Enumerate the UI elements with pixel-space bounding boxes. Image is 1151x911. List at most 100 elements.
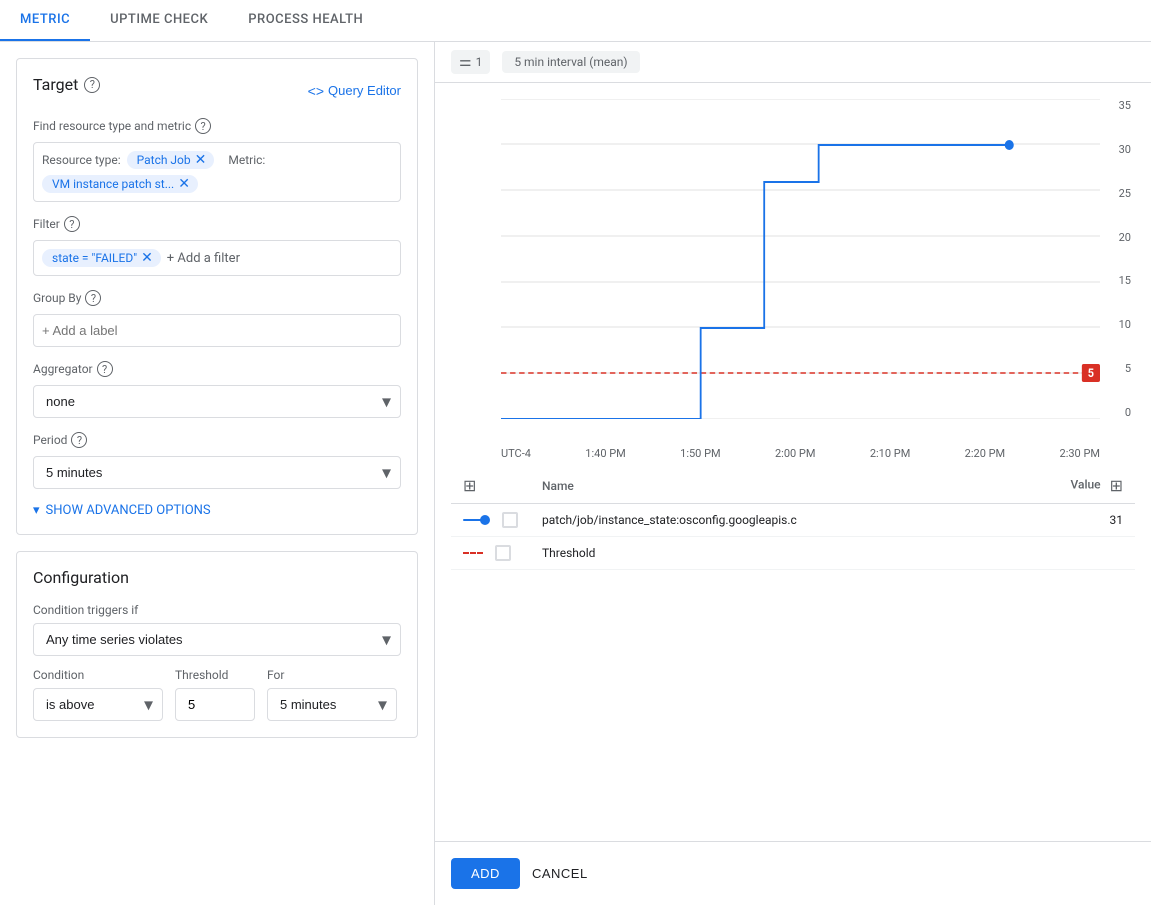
add-filter-label[interactable]: + Add a filter [167,251,240,266]
y-label-30: 30 [1119,143,1131,156]
resource-type-label: Resource type: [42,153,121,167]
aggregator-label: Aggregator [33,362,93,376]
columns-toggle-icon[interactable]: ⊞ [1110,476,1123,495]
legend-threshold-indicator [463,545,518,561]
filter-label: Filter [33,217,60,231]
interval-label: 5 min interval (mean) [514,55,627,69]
y-label-20: 20 [1119,231,1131,244]
filter-help-icon[interactable]: ? [64,216,80,232]
legend-row-metric: patch/job/instance_state:osconfig.google… [451,504,1135,537]
chart-container: 35 30 25 20 15 10 5 0 [451,99,1135,439]
legend-row-threshold: Threshold [451,537,1135,570]
interval-badge[interactable]: 5 min interval (mean) [502,51,639,73]
aggregator-dropdown-row: none ▾ [33,385,401,418]
period-select[interactable]: 5 minutes [33,456,401,489]
chevron-down-icon: ▾ [33,503,40,518]
target-help-icon[interactable]: ? [84,77,100,93]
threshold-checkbox[interactable] [495,545,511,561]
threshold-row-name: Threshold [530,537,1005,570]
x-label-140: 1:40 PM [585,447,625,460]
y-label-0: 0 [1125,406,1131,419]
aggregator-help-icon[interactable]: ? [97,361,113,377]
x-label-utc: UTC-4 [501,447,531,460]
chart-svg: 5 [501,99,1100,419]
configuration-title: Configuration [33,568,401,587]
metric-chip[interactable]: VM instance patch st... ✕ [42,175,198,193]
advanced-options-label: SHOW ADVANCED OPTIONS [46,503,211,518]
chart-toolbar: ⚌ 1 5 min interval (mean) [435,42,1151,83]
code-icon: <> [308,83,324,99]
for-label: For [267,668,397,682]
metric-row-name: patch/job/instance_state:osconfig.google… [530,504,1005,537]
footer: ADD CANCEL [435,841,1151,905]
resource-type-chip[interactable]: Patch Job ✕ [127,151,215,169]
condition-triggers-dropdown-row: Any time series violates ▾ [33,623,401,656]
condition-dropdown-row: is above ▾ [33,688,163,721]
threshold-label: Threshold [175,668,255,682]
show-advanced-options-toggle[interactable]: ▾ SHOW ADVANCED OPTIONS [33,503,401,518]
group-by-help-icon[interactable]: ? [85,290,101,306]
aggregator-select[interactable]: none [33,385,401,418]
for-column: For 5 minutes ▾ [267,668,397,721]
for-select[interactable]: 5 minutes [267,688,397,721]
condition-row: Condition is above ▾ Threshold For [33,668,401,721]
x-label-210: 2:10 PM [870,447,910,460]
query-editor-label: Query Editor [328,83,401,98]
state-filter-chip[interactable]: state = "FAILED" ✕ [42,249,161,267]
legend-name-col-header: ⊞ [451,468,530,504]
x-label-230: 2:30 PM [1060,447,1100,460]
condition-triggers-select[interactable]: Any time series violates [33,623,401,656]
metric-row-value: 31 [1005,504,1135,537]
metric-close-icon[interactable]: ✕ [178,177,190,191]
tab-uptime-check[interactable]: UPTIME CHECK [90,0,228,41]
legend-value-header: Value ⊞ [1005,468,1135,504]
y-label-5: 5 [1125,362,1131,375]
period-label: Period [33,433,67,447]
period-help-icon[interactable]: ? [71,432,87,448]
find-resource-help-icon[interactable]: ? [195,118,211,134]
resource-type-close-icon[interactable]: ✕ [195,153,207,167]
condition-column: Condition is above ▾ [33,668,163,721]
legend-table: ⊞ Name Value ⊞ [451,468,1135,570]
condition-triggers-field-label: Condition triggers if [33,603,401,617]
for-dropdown-row: 5 minutes ▾ [267,688,397,721]
chart-area: 35 30 25 20 15 10 5 0 [435,83,1151,841]
legend-name-header: Name [530,468,1005,504]
group-by-input[interactable] [33,314,401,347]
threshold-column: Threshold [175,668,255,721]
period-dropdown-row: 5 minutes ▾ [33,456,401,489]
y-axis: 35 30 25 20 15 10 5 0 [1100,99,1135,419]
metric-label: Metric: [228,153,265,167]
threshold-input[interactable] [175,688,255,721]
columns-icon[interactable]: ⊞ [463,476,476,495]
left-panel: Target ? <> Query Editor Find resource t… [0,42,435,905]
tab-process-health[interactable]: PROCESS HEALTH [228,0,383,41]
filter-count: 1 [476,55,483,69]
metric-checkbox[interactable] [502,512,518,528]
right-panel: ⚌ 1 5 min interval (mean) 35 30 25 20 15… [435,42,1151,905]
query-editor-button[interactable]: <> Query Editor [308,83,401,99]
svg-text:5: 5 [1088,365,1095,380]
resource-metric-chip-area: Resource type: Patch Job ✕ Metric: VM in… [33,142,401,202]
cancel-button[interactable]: CANCEL [532,866,588,881]
find-resource-label: Find resource type and metric [33,119,191,133]
x-axis: UTC-4 1:40 PM 1:50 PM 2:00 PM 2:10 PM 2:… [451,443,1135,460]
filter-close-icon[interactable]: ✕ [141,251,153,265]
x-label-150: 1:50 PM [680,447,720,460]
filter-icon: ⚌ [459,54,472,70]
threshold-row-value [1005,537,1135,570]
filter-chip-area: state = "FAILED" ✕ + Add a filter [33,240,401,276]
x-label-220: 2:20 PM [965,447,1005,460]
condition-select[interactable]: is above [33,688,163,721]
condition-label: Condition [33,668,163,682]
filter-count-badge[interactable]: ⚌ 1 [451,50,490,74]
target-title: Target [33,75,78,94]
x-label-200: 2:00 PM [775,447,815,460]
y-label-35: 35 [1119,99,1131,112]
target-section: Target ? <> Query Editor Find resource t… [16,58,418,535]
group-by-label: Group By [33,291,81,305]
legend-metric-indicator [463,512,518,528]
tab-metric[interactable]: METRIC [0,0,90,41]
y-label-15: 15 [1119,274,1131,287]
add-button[interactable]: ADD [451,858,520,889]
